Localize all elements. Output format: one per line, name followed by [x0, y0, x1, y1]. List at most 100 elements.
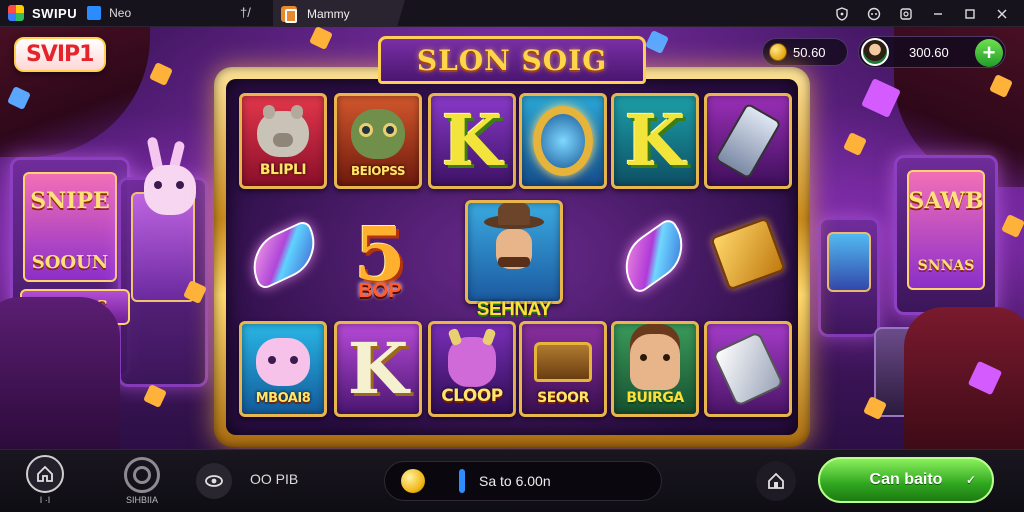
cowboy-icon: [468, 203, 560, 283]
maximize-icon[interactable]: [954, 0, 986, 27]
imp-icon: [431, 327, 513, 394]
golden-orb-icon: [522, 102, 604, 180]
spin-button[interactable]: Can baito ✓: [818, 457, 994, 503]
home-icon: [26, 455, 64, 493]
home-button[interactable]: I ·I: [26, 455, 64, 505]
tab-game[interactable]: Mammy: [273, 0, 405, 27]
balance-value: 300.60: [909, 44, 949, 60]
reel-tile-r3c6[interactable]: [704, 321, 792, 417]
reel-tile-r1c5[interactable]: K: [611, 93, 699, 189]
reel-tile-r1c1[interactable]: BLIPLI: [239, 93, 327, 189]
reel-tile-r3c3[interactable]: CLOOP: [428, 321, 516, 417]
pig-icon: [242, 102, 324, 166]
app-subtitle: Neo: [109, 6, 132, 20]
gem-icon: [611, 216, 697, 296]
coin-icon: [401, 469, 425, 493]
reel-tile-r1c2[interactable]: BEIOPSS: [334, 93, 422, 189]
bg-machine-left-bottom-text: SOOUN: [31, 252, 109, 273]
tab-label: Mammy: [307, 6, 350, 21]
bg-machine-right-bottom-text: SNNAS: [917, 258, 975, 274]
bg-chair-right: [904, 307, 1024, 449]
floating-cube: [149, 62, 173, 86]
pin-icon[interactable]: †/: [240, 5, 251, 20]
lobby-button[interactable]: [756, 461, 796, 501]
floating-cube: [309, 27, 333, 50]
tile-label: BUIRGA: [626, 390, 684, 406]
house-icon: [768, 472, 784, 489]
app-badge-icon: [87, 6, 102, 20]
floating-cube: [1001, 214, 1024, 238]
bg-machine-right-top-text: SAWB: [908, 188, 984, 214]
floating-cube: [645, 30, 669, 54]
bg-llama-mascot: [140, 136, 200, 247]
eye-button[interactable]: [196, 463, 232, 499]
spin-label: Can baito: [869, 471, 943, 488]
coin-icon: [769, 43, 787, 61]
bet-text: Sa to 6.00n: [479, 473, 551, 489]
tile-label: CLOOP: [441, 386, 503, 406]
reel-tile-r3c1[interactable]: MBOAI8: [239, 321, 327, 417]
stats-sub-label: SIHBIIA: [125, 495, 158, 505]
bottom-bar: I ·I SIHBIIA OO PIB Sa to 6.00n Can bait…: [0, 449, 1024, 512]
home-sub-label: I ·I: [39, 495, 51, 505]
reel-tile-r3c4[interactable]: SEOOR: [519, 321, 607, 417]
letter-k-icon: K: [624, 99, 686, 182]
target-icon: [124, 457, 160, 493]
game-scene: SNIPE SOOUN SNIKS SAWB SNNAS SVIP1: [0, 27, 1024, 449]
letter-k-icon: K: [441, 99, 503, 182]
tile-label: BEIOPSS: [350, 164, 406, 178]
gamepad-icon[interactable]: [858, 0, 890, 27]
golden-ticket-icon: [710, 217, 786, 291]
close-icon[interactable]: [986, 0, 1018, 27]
app-name: SWIPU: [32, 5, 78, 21]
eye-icon: [205, 475, 223, 487]
tile-label: MBOAI8: [255, 391, 311, 406]
coins-value: 50.60: [793, 44, 826, 60]
reel-tile-r2c4[interactable]: [610, 213, 698, 299]
llama-icon: [242, 330, 324, 394]
minimize-icon[interactable]: [922, 0, 954, 27]
reel-tile-r1c3[interactable]: K: [428, 93, 516, 189]
brand-logo[interactable]: SVIP1: [14, 37, 106, 72]
reel-tile-r2c2[interactable]: 5 BOP: [334, 205, 426, 305]
window-titlebar: SWIPU Neo †/ Mammy: [0, 0, 1024, 27]
game-title: SLON SOIG: [378, 36, 646, 84]
bg-slot-machine-right: SAWB SNNAS: [894, 155, 998, 315]
letter-k-icon: K: [347, 327, 409, 410]
bg-chair-left: [0, 297, 120, 449]
reel-tile-r1c6[interactable]: [704, 93, 792, 189]
stats-button[interactable]: SIHBIIA: [124, 457, 160, 505]
odds-text: OO PIB: [250, 471, 299, 487]
tile-label: SEOOR: [537, 390, 589, 406]
check-icon: ✓: [965, 473, 976, 487]
avatar[interactable]: [861, 38, 889, 66]
reel-tile-r2c3-hero[interactable]: [465, 200, 563, 304]
floating-cube: [143, 384, 167, 408]
tile-label: BLIPLI: [259, 162, 307, 178]
warrior-girl-icon: [614, 330, 696, 394]
shield-icon[interactable]: [826, 0, 858, 27]
reel-tile-r2c5[interactable]: [704, 209, 792, 299]
bet-amount-field[interactable]: Sa to 6.00n: [384, 461, 662, 501]
reel-tile-r2c1[interactable]: [238, 215, 330, 295]
reel-tile-r3c2[interactable]: K: [334, 321, 422, 417]
floating-cube: [843, 132, 867, 156]
hero-label: SEHNAY: [476, 299, 552, 320]
tab-app-icon: [281, 5, 297, 23]
gem-icon: [241, 218, 327, 292]
window-controls: [826, 0, 1018, 27]
app-logo-icon: [8, 5, 24, 21]
reel-tile-r3c5[interactable]: BUIRGA: [611, 321, 699, 417]
treasure-chest-icon: [522, 330, 604, 394]
reel-tile-r1c4[interactable]: [519, 93, 607, 189]
bg-slot-machine-right-2: [818, 217, 880, 337]
tile-label: BOP: [358, 280, 402, 302]
add-funds-button[interactable]: +: [975, 39, 1003, 67]
bg-machine-screen: [827, 232, 871, 292]
coins-chip[interactable]: 50.60: [762, 38, 848, 66]
bg-machine-left-top-text: SNIPE: [30, 188, 110, 214]
shield-plate-icon: [707, 330, 789, 408]
balance-chip[interactable]: 300.60 +: [858, 36, 1006, 68]
screenshot-icon[interactable]: [890, 0, 922, 27]
bet-level-indicator: [459, 469, 465, 493]
